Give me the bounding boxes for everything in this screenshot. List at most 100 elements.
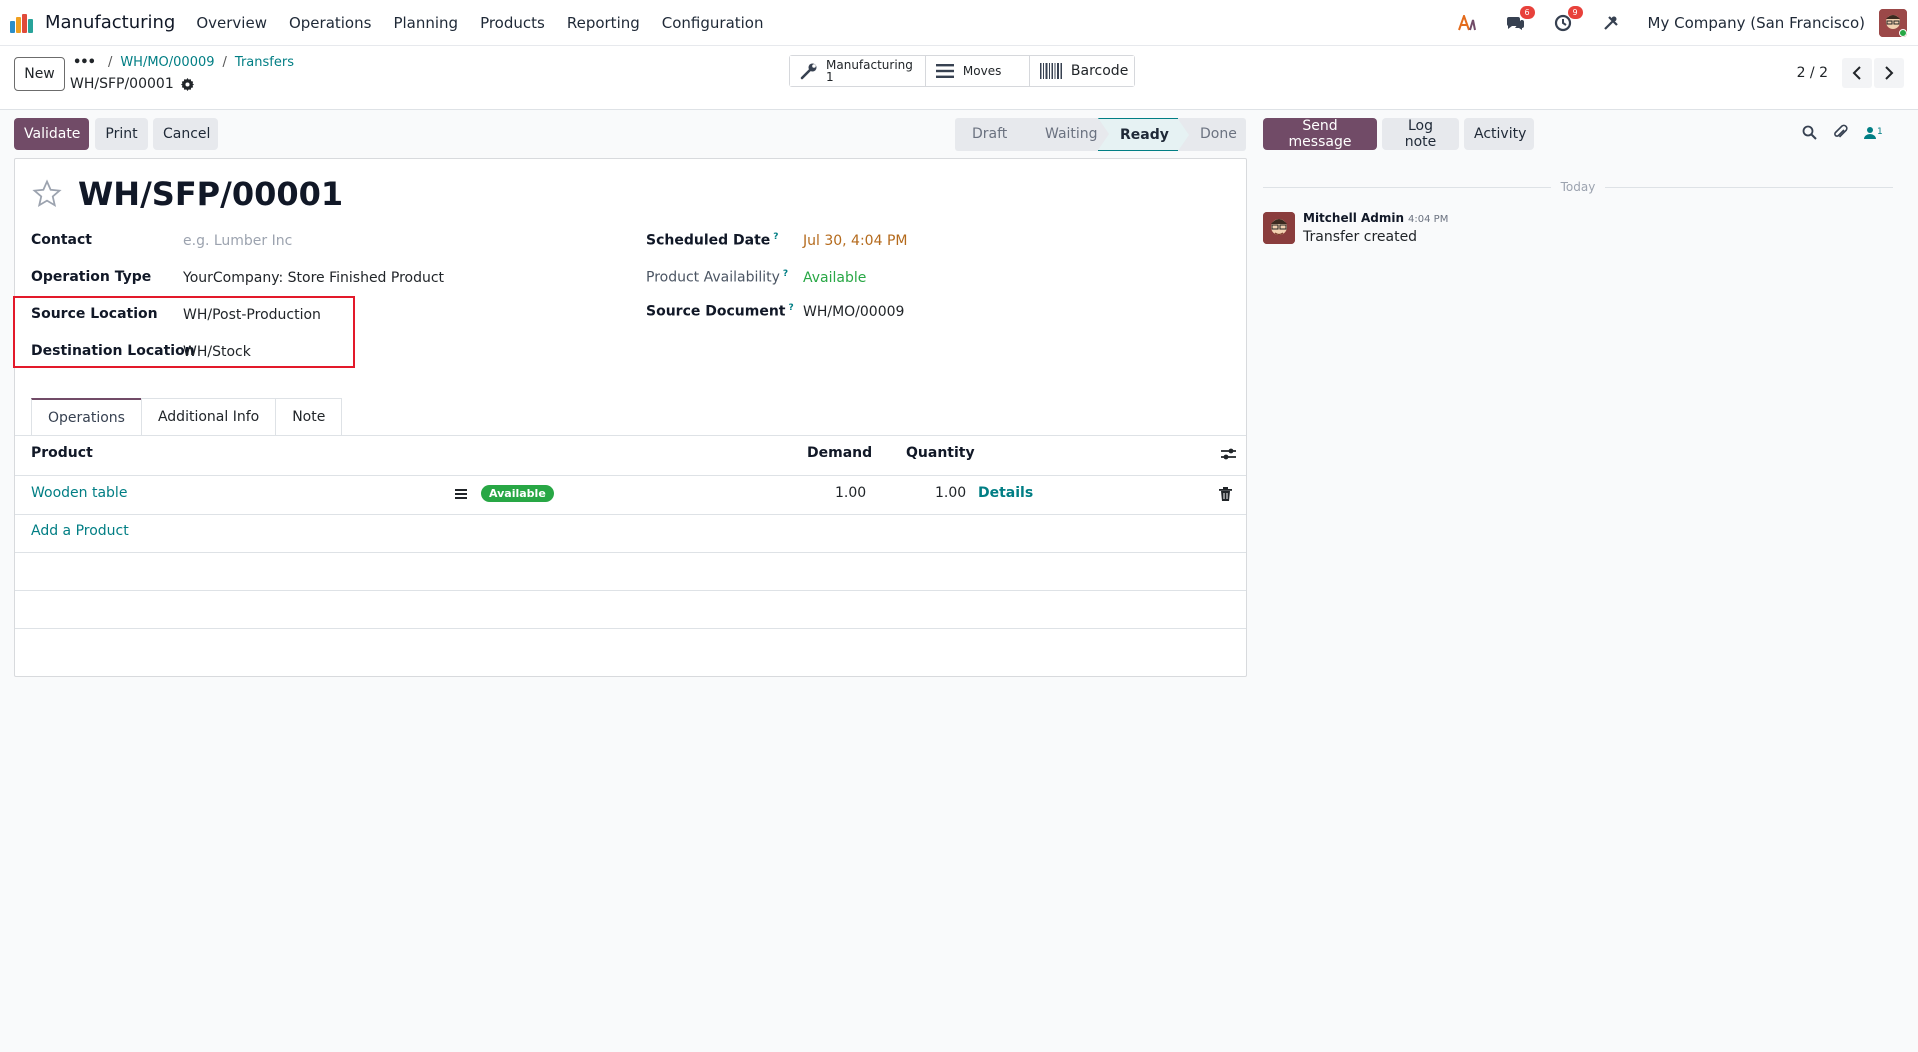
new-button[interactable]: New (14, 57, 65, 91)
moves-smart-button[interactable]: Moves (925, 56, 1030, 86)
stage-draft[interactable]: Draft (955, 118, 1034, 151)
pager-next-button[interactable] (1874, 58, 1904, 88)
message-time: 4:04 PM (1408, 214, 1449, 225)
tab-divider (15, 435, 1246, 436)
operation-type-label: Operation Type (31, 269, 152, 285)
quantity-cell[interactable]: 1.00 (935, 485, 966, 501)
send-message-button[interactable]: Send message (1263, 118, 1377, 150)
top-navbar: Manufacturing Overview Operations Planni… (0, 0, 1918, 46)
notebook-tabs: Operations Additional Info Note (31, 398, 343, 436)
stage-ready[interactable]: Ready (1098, 118, 1189, 151)
menu-reporting[interactable]: Reporting (556, 0, 651, 46)
star-icon[interactable] (32, 179, 62, 209)
help-tooltip-icon[interactable]: ? (773, 232, 778, 242)
search-icon[interactable] (1802, 125, 1817, 140)
drag-handle-icon[interactable] (455, 489, 467, 499)
scheduled-date-field[interactable]: Jul 30, 4:04 PM (803, 233, 907, 249)
column-header-product[interactable]: Product (31, 445, 93, 461)
app-name[interactable]: Manufacturing (45, 12, 175, 33)
menu-operations[interactable]: Operations (278, 0, 382, 46)
status-bar: Draft Waiting Ready Done (955, 118, 1246, 151)
wrench-icon (800, 62, 818, 80)
menu-planning[interactable]: Planning (382, 0, 469, 46)
source-document-label-text: Source Document (646, 303, 786, 320)
column-header-demand[interactable]: Demand (807, 445, 872, 461)
stage-done-label: Done (1200, 126, 1237, 142)
menu-products[interactable]: Products (469, 0, 556, 46)
print-button[interactable]: Print (95, 118, 148, 150)
cancel-button[interactable]: Cancel (153, 118, 218, 150)
manufacturing-app-icon[interactable] (10, 13, 36, 33)
smart-buttons: Manufacturing 1 Moves Barcode (789, 55, 1135, 87)
date-separator: Today (1263, 180, 1893, 194)
demand-cell[interactable]: 1.00 (835, 485, 866, 501)
tab-operations[interactable]: Operations (31, 398, 142, 436)
manufacturing-smart-button[interactable]: Manufacturing 1 (790, 56, 926, 86)
stage-separator (1098, 118, 1109, 150)
optional-columns-icon[interactable] (1221, 447, 1236, 465)
add-product-link[interactable]: Add a Product (31, 523, 129, 539)
paperclip-icon[interactable] (1833, 124, 1848, 140)
activities-count-badge: 9 (1567, 6, 1583, 19)
moves-smart-label: Moves (962, 64, 1002, 78)
help-tooltip-icon[interactable]: ? (783, 269, 788, 279)
pager-previous-button[interactable] (1842, 58, 1872, 88)
breadcrumb: ••• / WH/MO/00009 / Transfers (73, 55, 302, 70)
destination-location-label: Destination Location (31, 343, 195, 359)
destination-location-field[interactable]: WH/Stock (183, 344, 251, 360)
message-author-avatar[interactable] (1263, 212, 1295, 244)
menu-configuration[interactable]: Configuration (651, 0, 775, 46)
help-tooltip-icon[interactable]: ? (789, 303, 794, 313)
pager: 2 / 2 (1797, 58, 1904, 88)
message-author: Mitchell Admin 4:04 PM (1303, 211, 1448, 225)
trash-icon[interactable] (1219, 487, 1232, 505)
breadcrumb-separator: / (222, 55, 227, 70)
tab-additional-info[interactable]: Additional Info (140, 398, 277, 436)
record-name-label: WH/SFP/00001 (70, 76, 174, 92)
followers-button[interactable]: 1 (1864, 126, 1883, 139)
operation-type-field[interactable]: YourCompany: Store Finished Product (183, 270, 444, 286)
breadcrumb-collapsed[interactable]: ••• (73, 55, 96, 70)
debug-tools-icon[interactable] (1600, 12, 1622, 34)
pager-value[interactable]: 2 / 2 (1797, 65, 1828, 81)
row-divider (15, 628, 1246, 629)
current-record-name: WH/SFP/00001 (70, 76, 194, 92)
list-icon (935, 64, 954, 78)
user-avatar[interactable] (1879, 9, 1907, 37)
product-cell[interactable]: Wooden table (31, 485, 127, 501)
form-sheet: WH/SFP/00001 Contact e.g. Lumber Inc Ope… (13, 158, 1247, 677)
product-availability-label: Product Availability? (646, 269, 788, 286)
control-panel: New ••• / WH/MO/00009 / Transfers WH/SFP… (0, 46, 1918, 110)
message-author-name[interactable]: Mitchell Admin (1303, 211, 1404, 225)
source-location-field[interactable]: WH/Post-Production (183, 307, 321, 323)
details-button[interactable]: Details (978, 485, 1033, 501)
row-divider (15, 514, 1246, 515)
messages-icon[interactable]: 6 (1504, 6, 1535, 34)
activity-button[interactable]: Activity (1464, 118, 1534, 150)
validate-button[interactable]: Validate (14, 118, 89, 150)
breadcrumb-transfers-link[interactable]: Transfers (235, 55, 294, 70)
menu-overview[interactable]: Overview (185, 0, 278, 46)
company-switcher[interactable]: My Company (San Francisco) (1648, 14, 1865, 32)
activities-icon[interactable]: 9 (1552, 6, 1583, 34)
scheduled-date-label: Scheduled Date? (646, 232, 779, 249)
ai-assistant-icon[interactable] (1456, 12, 1478, 34)
column-header-quantity[interactable]: Quantity (906, 445, 975, 461)
date-separator-label: Today (1560, 180, 1596, 194)
row-divider (15, 590, 1246, 591)
barcode-smart-button[interactable]: Barcode (1029, 56, 1134, 86)
user-icon (1864, 126, 1876, 139)
tab-note[interactable]: Note (275, 398, 343, 436)
source-document-field[interactable]: WH/MO/00009 (803, 304, 904, 320)
product-availability-value: Available (803, 270, 867, 286)
breadcrumb-mo-link[interactable]: WH/MO/00009 (120, 55, 214, 70)
gear-icon[interactable] (180, 77, 194, 91)
table-header-divider (15, 475, 1246, 476)
chevron-right-icon (1885, 66, 1894, 80)
stage-waiting[interactable]: Waiting (1023, 118, 1109, 151)
barcode-smart-label: Barcode (1070, 63, 1129, 79)
log-note-button[interactable]: Log note (1382, 118, 1459, 150)
main-menu: Overview Operations Planning Products Re… (185, 0, 774, 46)
separator-line (1605, 186, 1893, 188)
contact-field[interactable]: e.g. Lumber Inc (183, 233, 292, 249)
